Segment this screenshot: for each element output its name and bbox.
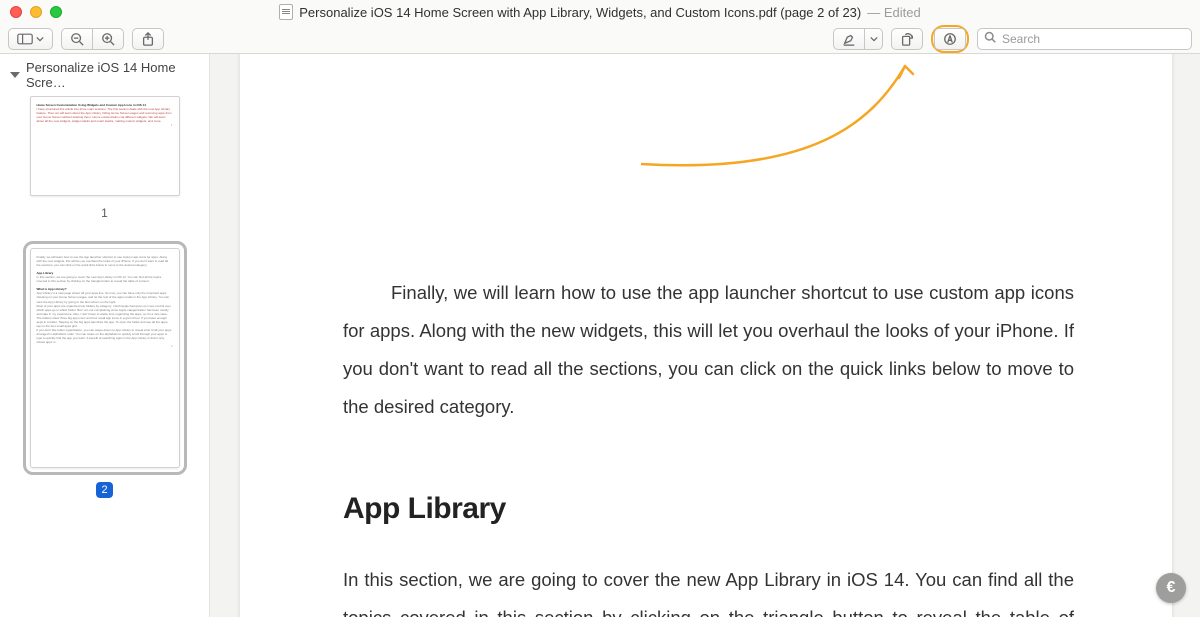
floating-help-button[interactable]: € xyxy=(1156,573,1186,603)
share-button[interactable] xyxy=(132,28,164,50)
markup-toolbar-button[interactable] xyxy=(934,28,966,50)
document-page: Finally, we will learn how to use the ap… xyxy=(240,54,1172,617)
disclosure-triangle-icon[interactable] xyxy=(10,72,20,78)
minimize-window-button[interactable] xyxy=(30,6,42,18)
document-viewer[interactable]: Finally, we will learn how to use the ap… xyxy=(210,54,1200,617)
traffic-lights xyxy=(10,6,62,18)
search-icon xyxy=(984,31,996,46)
zoom-in-button[interactable] xyxy=(93,28,124,50)
window-filename: Personalize iOS 14 Home Screen with App … xyxy=(299,5,861,20)
section-heading-app-library: App Library xyxy=(343,478,1074,540)
thumbnail-sidebar: Personalize iOS 14 Home Scre… Home Scree… xyxy=(0,54,210,617)
search-field[interactable] xyxy=(977,28,1192,50)
highlight-button[interactable] xyxy=(833,28,865,50)
close-window-button[interactable] xyxy=(10,6,22,18)
zoom-group xyxy=(61,28,124,50)
paragraph-app-library: In this section, we are going to cover t… xyxy=(343,561,1074,617)
thumbnail-page-2-label: 2 xyxy=(96,482,112,498)
search-input[interactable] xyxy=(1002,32,1185,46)
paragraph-intro: Finally, we will learn how to use the ap… xyxy=(343,274,1074,426)
sidebar-doc-title[interactable]: Personalize iOS 14 Home Scre… xyxy=(0,58,209,92)
zoom-out-button[interactable] xyxy=(61,28,93,50)
rotate-button[interactable] xyxy=(891,28,923,50)
zoom-window-button[interactable] xyxy=(50,6,62,18)
document-icon xyxy=(279,4,293,20)
window-titlebar: Personalize iOS 14 Home Screen with App … xyxy=(0,0,1200,24)
edited-indicator: — Edited xyxy=(867,5,920,20)
euro-icon: € xyxy=(1167,579,1176,597)
highlight-dropdown[interactable] xyxy=(865,28,883,50)
markup-button-highlight xyxy=(931,25,969,53)
window-title: Personalize iOS 14 Home Screen with App … xyxy=(0,4,1200,20)
markup-group xyxy=(833,28,883,50)
thumbnail-page-2[interactable]: Finally, we will learn how to use the ap… xyxy=(30,248,180,468)
view-mode-button[interactable] xyxy=(8,28,53,50)
sidebar-doc-title-label: Personalize iOS 14 Home Scre… xyxy=(26,60,199,90)
thumbnail-page-1-label: 1 xyxy=(101,206,108,220)
toolbar xyxy=(0,24,1200,54)
thumbnail-page-1[interactable]: Home Screen Customization Using Widgets … xyxy=(30,96,180,196)
